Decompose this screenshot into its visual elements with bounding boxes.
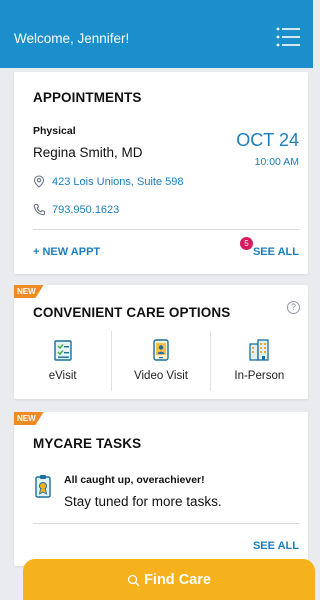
location-pin-icon	[33, 175, 45, 188]
find-care-label: Find Care	[144, 572, 211, 588]
appointment-phone-text[interactable]: 793.950.1623	[52, 204, 119, 216]
new-tag: NEW	[14, 412, 44, 425]
care-options-card: NEW CONVENIENT CARE OPTIONS ? eVisit Vid…	[14, 285, 308, 399]
menu-list-icon[interactable]	[275, 22, 301, 52]
option-in-person[interactable]: In-Person	[209, 331, 308, 391]
option-video-visit[interactable]: Video Visit	[111, 331, 209, 391]
tasks-status-subtitle: Stay tuned for more tasks.	[64, 494, 222, 509]
care-options-title: CONVENIENT CARE OPTIONS	[33, 305, 231, 320]
appointments-card: APPOINTMENTS Physical Regina Smith, MD O…	[14, 72, 308, 274]
app-header: Welcome, Jennifer!	[0, 0, 313, 68]
appointment-date: OCT 24	[236, 130, 299, 150]
appointment-phone[interactable]: 793.950.1623	[33, 203, 119, 216]
appointments-title: APPOINTMENTS	[33, 90, 142, 105]
new-tag: NEW	[14, 285, 44, 298]
mycare-tasks-title: MYCARE TASKS	[33, 436, 142, 451]
new-appointment-button[interactable]: + NEW APPT	[33, 246, 100, 258]
help-icon[interactable]: ?	[287, 301, 300, 314]
appointment-address[interactable]: 423 Lois Unions, Suite 598	[33, 175, 183, 188]
appointment-type: Physical	[33, 125, 76, 137]
appointments-count-badge: 5	[240, 237, 253, 250]
mobile-video-icon	[153, 339, 169, 361]
clipboard-check-icon	[53, 340, 72, 361]
tasks-status-title: All caught up, overachiever!	[64, 474, 205, 486]
option-label: Video Visit	[134, 370, 188, 382]
option-evisit[interactable]: eVisit	[14, 331, 111, 391]
building-icon	[249, 339, 269, 361]
tasks-see-all-button[interactable]: SEE ALL	[253, 540, 299, 552]
clipboard-badge-icon	[35, 475, 51, 498]
mycare-tasks-card: NEW MYCARE TASKS All caught up, overachi…	[14, 412, 308, 566]
welcome-text: Welcome, Jennifer!	[14, 31, 130, 46]
find-care-button[interactable]: Find Care	[23, 559, 315, 600]
appointments-see-all-button[interactable]: SEE ALL	[253, 246, 299, 258]
care-options-list: eVisit Video Visit In-Person	[14, 331, 308, 391]
phone-icon	[33, 203, 45, 216]
appointment-address-text[interactable]: 423 Lois Unions, Suite 598	[52, 176, 183, 188]
appointment-doctor[interactable]: Regina Smith, MD	[33, 145, 143, 160]
appointment-time: 10:00 AM	[254, 156, 299, 168]
search-icon	[127, 574, 140, 586]
option-label: In-Person	[234, 370, 285, 382]
divider	[33, 523, 299, 524]
divider	[33, 229, 299, 230]
option-label: eVisit	[48, 370, 77, 382]
